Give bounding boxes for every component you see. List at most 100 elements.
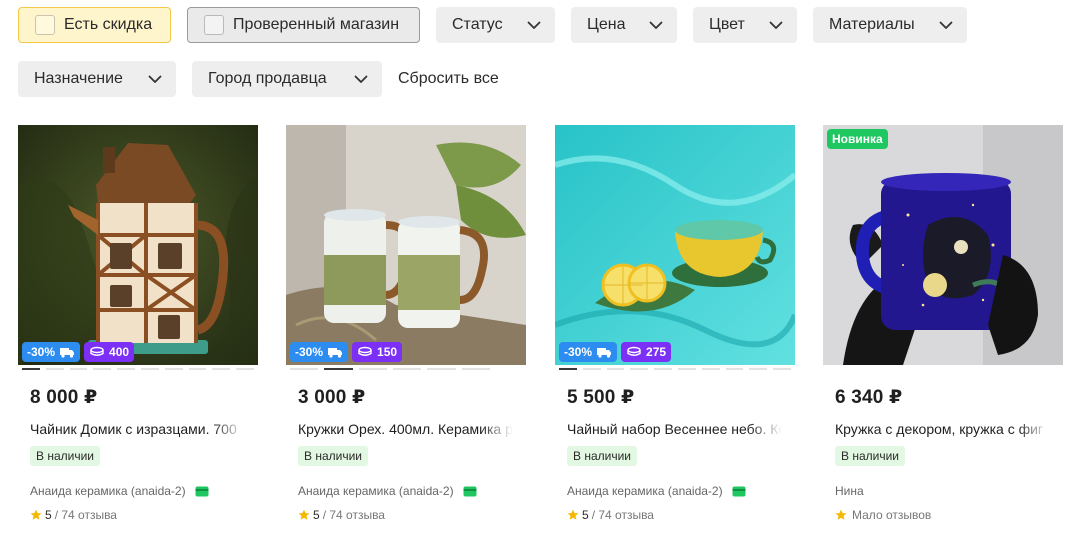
rating-score: 5	[45, 508, 52, 522]
slide-indicator[interactable]	[290, 368, 490, 371]
chevron-down-icon	[527, 18, 541, 32]
slide-dot[interactable]	[45, 368, 64, 370]
checkbox-icon[interactable]	[35, 15, 55, 35]
slide-indicator[interactable]	[22, 368, 254, 371]
slide-dot[interactable]	[140, 368, 159, 370]
product-photo[interactable]: -30% 275	[555, 125, 795, 365]
star-icon	[835, 509, 847, 521]
product-photo[interactable]: -30% 400	[18, 125, 258, 365]
slide-dot[interactable]	[773, 368, 791, 370]
slide-dot[interactable]	[725, 368, 744, 370]
seller-name[interactable]: Анаида керамика (anaida-2)	[298, 484, 454, 498]
filter-materials-dropdown[interactable]: Материалы	[813, 7, 967, 43]
slide-dot[interactable]	[212, 368, 231, 370]
product-photo[interactable]: Новинка	[823, 125, 1063, 365]
bonus-badge: 400	[84, 342, 135, 362]
slide-indicator[interactable]	[559, 368, 791, 371]
product-card[interactable]: -30% 275 5 500 ₽ Чайный набор Весеннее н…	[555, 125, 795, 522]
slide-dot[interactable]	[358, 368, 387, 370]
stock-badge: В наличии	[298, 446, 369, 466]
seller-info: Анаида керамика (anaida-2)	[298, 484, 526, 498]
filter-row-2: Назначение Город продавца Сбросить все	[18, 61, 499, 97]
seller-info: Анаида керамика (anaida-2)	[567, 484, 795, 498]
product-card[interactable]: Новинка 6 340 ₽ Кружка с декором, кружка…	[823, 125, 1063, 522]
product-card[interactable]: -30% 400 8 000 ₽ Чайник Домик с изразцам…	[18, 125, 258, 522]
slide-dot[interactable]	[188, 368, 207, 370]
slide-dot[interactable]	[461, 368, 490, 370]
slide-dot[interactable]	[677, 368, 696, 370]
coins-icon	[358, 346, 372, 356]
slide-dot[interactable]	[93, 368, 112, 370]
reviews-count[interactable]: / 74 отзыва	[592, 508, 654, 522]
chevron-down-icon	[354, 72, 368, 86]
truck-icon	[597, 348, 612, 358]
seller-name[interactable]: Анаида керамика (anaida-2)	[30, 484, 186, 498]
star-icon	[567, 509, 579, 521]
seller-name[interactable]: Нина	[835, 484, 864, 498]
filter-discount-checkbox[interactable]: Есть скидка	[18, 7, 171, 43]
rating-score: 5	[313, 508, 320, 522]
slide-dot[interactable]	[324, 368, 353, 370]
reviews-count[interactable]: / 74 отзыва	[55, 508, 117, 522]
filter-label: Проверенный магазин	[233, 16, 400, 33]
new-badge: Новинка	[827, 129, 888, 149]
bonus-badge: 275	[621, 342, 672, 362]
product-photo[interactable]: -30% 150	[286, 125, 526, 365]
product-title[interactable]: Чайник Домик с изразцами. 700	[30, 421, 245, 437]
teapot-house-image	[18, 125, 258, 365]
bonus-badge: 150	[352, 342, 403, 362]
stock-badge: В наличии	[567, 446, 638, 466]
slide-dot[interactable]	[654, 368, 672, 370]
filter-color-dropdown[interactable]: Цвет	[693, 7, 797, 43]
reset-filters-link[interactable]: Сбросить все	[398, 70, 499, 88]
reviews-count[interactable]: Мало отзывов	[852, 508, 931, 522]
product-price: 3 000 ₽	[298, 387, 366, 408]
slide-dot[interactable]	[749, 368, 768, 370]
slide-dot[interactable]	[582, 368, 601, 370]
filter-price-dropdown[interactable]: Цена	[571, 7, 677, 43]
slide-dot[interactable]	[236, 368, 254, 370]
discount-badge: -30%	[22, 342, 81, 362]
filter-status-dropdown[interactable]: Статус	[436, 7, 555, 43]
product-price: 6 340 ₽	[835, 387, 903, 408]
badge-row: -30% 150	[290, 342, 403, 362]
badge-row: -30% 275	[559, 342, 672, 362]
filter-row-1: Есть скидка Проверенный магазин Статус Ц…	[18, 7, 967, 43]
product-card[interactable]: -30% 150 3 000 ₽ Кружки Орех. 400мл. Кер…	[286, 125, 526, 522]
filter-seller-city-dropdown[interactable]: Город продавца	[192, 61, 382, 97]
slide-dot[interactable]	[164, 368, 183, 370]
checkbox-icon[interactable]	[204, 15, 224, 35]
filter-purpose-dropdown[interactable]: Назначение	[18, 61, 176, 97]
filter-label: Город продавца	[208, 70, 327, 87]
rating: 5 / 74 отзыва	[567, 508, 795, 522]
rating: 5 / 74 отзыва	[298, 508, 526, 522]
product-title[interactable]: Кружки Орех. 400мл. Керамика р	[298, 421, 513, 437]
truck-icon	[328, 348, 343, 358]
tea-set-lemon-image	[555, 125, 795, 365]
slide-dot[interactable]	[606, 368, 625, 370]
mug-dragon-image	[823, 125, 1063, 365]
reviews-count[interactable]: / 74 отзыва	[323, 508, 385, 522]
slide-dot[interactable]	[22, 368, 40, 370]
seller-name[interactable]: Анаида керамика (anaida-2)	[567, 484, 723, 498]
slide-dot[interactable]	[290, 368, 319, 370]
filter-label: Статус	[452, 16, 503, 33]
coins-icon	[627, 346, 641, 356]
slide-dot[interactable]	[701, 368, 720, 370]
product-title[interactable]: Чайный набор Весеннее небо. Ке	[567, 421, 782, 437]
filter-label: Есть скидка	[64, 16, 153, 33]
slide-dot[interactable]	[117, 368, 135, 370]
product-price: 5 500 ₽	[567, 387, 635, 408]
product-title[interactable]: Кружка с декором, кружка с фиг	[835, 421, 1050, 437]
star-icon	[30, 509, 42, 521]
rating: Мало отзывов	[835, 508, 1063, 522]
slide-dot[interactable]	[630, 368, 649, 370]
filter-label: Цвет	[709, 16, 745, 33]
slide-dot[interactable]	[392, 368, 422, 370]
slide-dot[interactable]	[559, 368, 577, 370]
slide-dot[interactable]	[427, 368, 456, 370]
chevron-down-icon	[649, 18, 663, 32]
filter-verified-shop-checkbox[interactable]: Проверенный магазин	[187, 7, 420, 43]
chevron-down-icon	[769, 18, 783, 32]
slide-dot[interactable]	[69, 368, 88, 370]
